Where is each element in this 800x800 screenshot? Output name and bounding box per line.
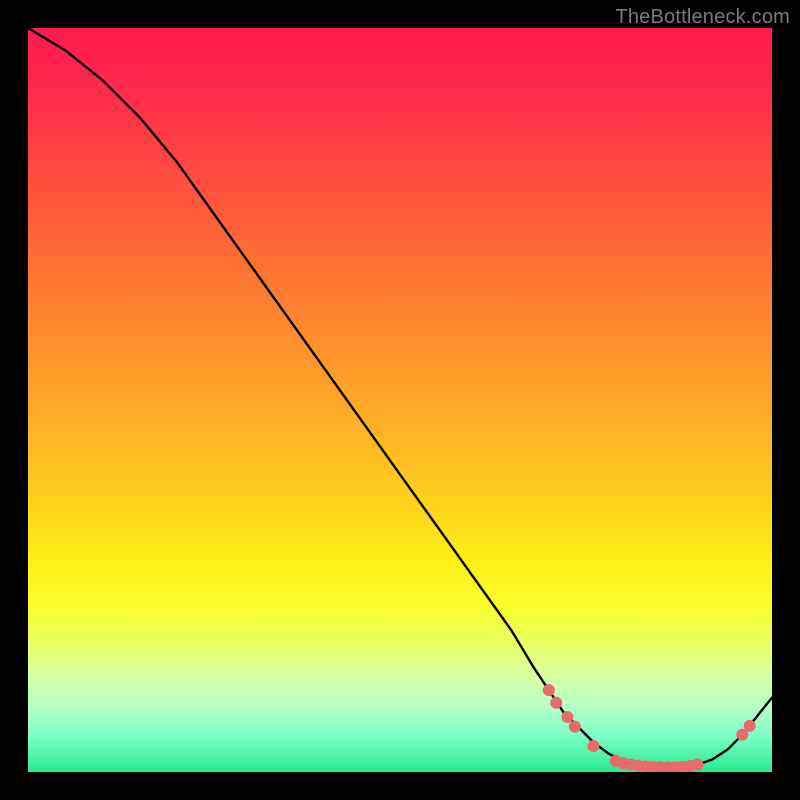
curve-marker bbox=[610, 755, 622, 767]
bottleneck-curve bbox=[28, 28, 772, 768]
curve-marker bbox=[677, 761, 689, 772]
chart-plot-area bbox=[28, 28, 772, 772]
curve-marker bbox=[625, 759, 637, 771]
watermark-text: TheBottleneck.com bbox=[615, 6, 790, 29]
curve-marker bbox=[736, 729, 748, 741]
chart-svg bbox=[28, 28, 772, 772]
curve-marker bbox=[550, 697, 562, 709]
curve-markers bbox=[543, 684, 756, 772]
curve-marker bbox=[684, 760, 696, 772]
curve-marker bbox=[617, 757, 629, 769]
curve-marker bbox=[662, 762, 674, 772]
chart-stage: TheBottleneck.com bbox=[0, 0, 800, 800]
curve-marker bbox=[744, 720, 756, 732]
curve-marker bbox=[654, 761, 666, 772]
curve-marker bbox=[632, 760, 644, 772]
curve-marker bbox=[640, 760, 652, 772]
curve-marker bbox=[692, 759, 704, 771]
curve-marker bbox=[569, 721, 581, 733]
curve-marker bbox=[587, 740, 599, 752]
curve-marker bbox=[669, 761, 681, 772]
curve-marker bbox=[647, 761, 659, 772]
curve-marker bbox=[543, 684, 555, 696]
curve-marker bbox=[561, 711, 573, 723]
